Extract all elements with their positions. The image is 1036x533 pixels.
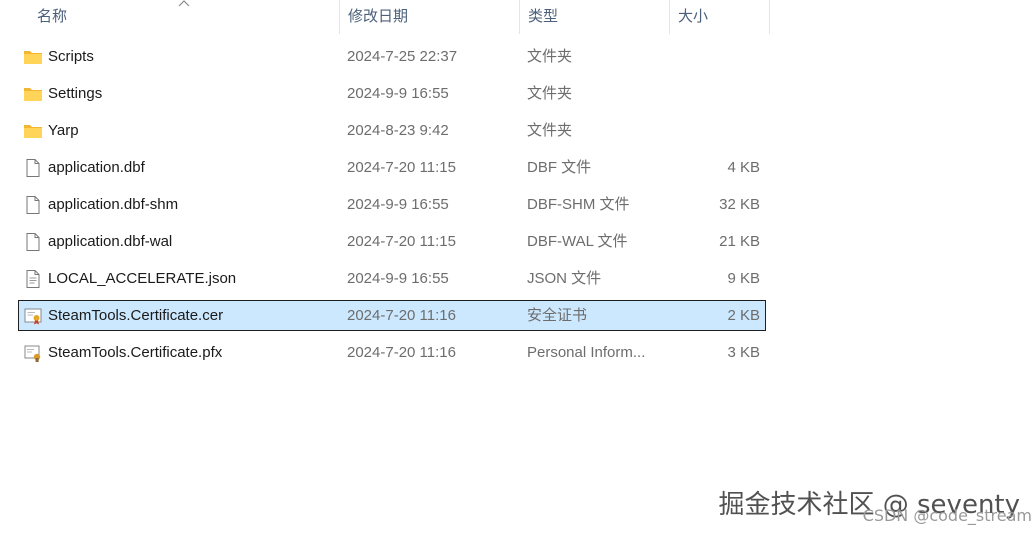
file-name: application.dbf-wal: [48, 233, 173, 250]
file-name: application.dbf-shm: [48, 196, 179, 213]
folder-icon: [23, 84, 43, 104]
certificate-icon: [23, 306, 43, 326]
file-modified-date: 2024-7-25 22:37: [347, 48, 458, 65]
column-header-row: 名称 修改日期 类型 大小: [0, 0, 770, 34]
column-header-date[interactable]: 修改日期: [340, 0, 520, 34]
file-icon: [23, 158, 43, 178]
file-type: DBF-SHM 文件: [527, 196, 630, 213]
file-size: 3 KB: [727, 344, 760, 361]
file-modified-date: 2024-7-20 11:16: [347, 307, 456, 324]
file-row[interactable]: Scripts 2024-7-25 22:37 文件夹: [18, 41, 766, 72]
file-icon: [23, 195, 43, 215]
watermark-sub-text: CSDN @code_stream: [862, 506, 1032, 525]
file-name: Yarp: [48, 122, 79, 139]
file-name: SteamTools.Certificate.pfx: [48, 344, 223, 361]
file-name: application.dbf: [48, 159, 145, 176]
file-type: 文件夹: [527, 48, 573, 65]
file-size: 4 KB: [727, 159, 760, 176]
file-type: Personal Inform...: [527, 344, 646, 361]
file-size: 32 KB: [719, 196, 760, 213]
file-size: 2 KB: [727, 307, 760, 324]
file-size: 21 KB: [719, 233, 760, 250]
file-row[interactable]: SteamTools.Certificate.cer 2024-7-20 11:1…: [18, 300, 766, 331]
file-type: 文件夹: [527, 85, 573, 102]
file-modified-date: 2024-7-20 11:15: [347, 159, 456, 176]
column-header-size[interactable]: 大小: [670, 0, 770, 34]
column-header-size-label: 大小: [678, 8, 709, 25]
column-header-type[interactable]: 类型: [520, 0, 670, 34]
column-header-type-label: 类型: [528, 8, 559, 25]
file-name: Scripts: [48, 48, 94, 65]
file-type: DBF-WAL 文件: [527, 233, 628, 250]
json-file-icon: [23, 269, 43, 289]
sort-ascending-icon: [178, 0, 190, 7]
file-row[interactable]: Yarp 2024-8-23 9:42 文件夹: [18, 115, 766, 146]
file-row[interactable]: Settings 2024-9-9 16:55 文件夹: [18, 78, 766, 109]
file-row[interactable]: LOCAL_ACCELERATE.json 2024-9-9 16:55 JSON …: [18, 263, 766, 294]
file-type: DBF 文件: [527, 159, 592, 176]
file-modified-date: 2024-7-20 11:15: [347, 233, 456, 250]
file-type: 文件夹: [527, 122, 573, 139]
file-type: 安全证书: [527, 307, 588, 324]
file-modified-date: 2024-9-9 16:55: [347, 270, 449, 287]
column-header-name-label: 名称: [37, 8, 68, 25]
file-modified-date: 2024-9-9 16:55: [347, 196, 449, 213]
folder-icon: [23, 47, 43, 67]
pfx-certificate-icon: [23, 343, 43, 363]
file-row[interactable]: application.dbf-shm 2024-9-9 16:55 DBF-SHM…: [18, 189, 766, 220]
column-header-date-label: 修改日期: [348, 8, 409, 25]
file-name: Settings: [48, 85, 103, 102]
column-header-name[interactable]: 名称: [0, 0, 340, 34]
file-name: SteamTools.Certificate.cer: [48, 307, 224, 324]
file-row[interactable]: application.dbf-wal 2024-7-20 11:15 DBF-WA…: [18, 226, 766, 257]
file-size: 9 KB: [727, 270, 760, 287]
file-row[interactable]: SteamTools.Certificate.pfx 2024-7-20 11:1…: [18, 337, 766, 368]
folder-icon: [23, 121, 43, 141]
file-name: LOCAL_ACCELERATE.json: [48, 270, 237, 287]
file-modified-date: 2024-7-20 11:16: [347, 344, 456, 361]
file-icon: [23, 232, 43, 252]
file-modified-date: 2024-9-9 16:55: [347, 85, 449, 102]
file-modified-date: 2024-8-23 9:42: [347, 122, 449, 139]
file-type: JSON 文件: [527, 270, 602, 287]
file-row[interactable]: application.dbf 2024-7-20 11:15 DBF 文件 4 KB: [18, 152, 766, 183]
